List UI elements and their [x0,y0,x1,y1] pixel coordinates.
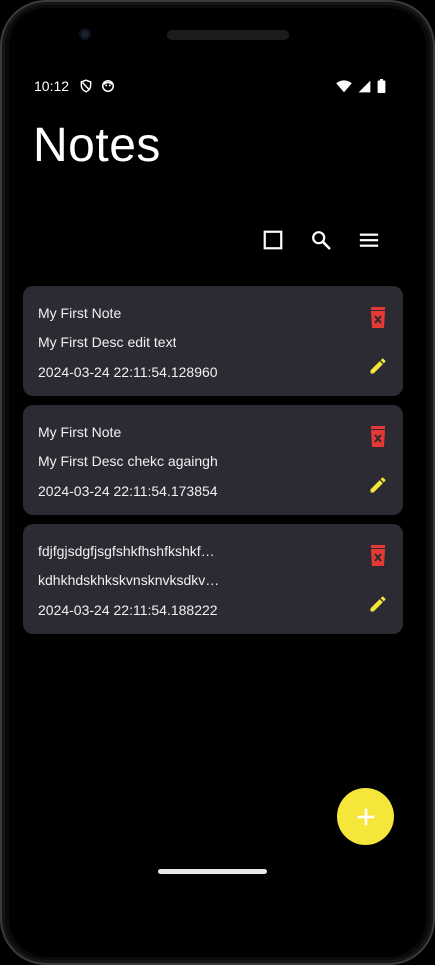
edit-note-button[interactable] [366,592,390,616]
delete-icon [371,545,385,566]
search-icon [312,231,331,250]
status-left-icons [79,79,115,98]
edit-note-button[interactable] [366,354,390,378]
note-description: My First Desc chekc againgh [38,453,218,469]
toolbar [0,226,435,254]
face-icon [101,79,115,98]
add-note-button[interactable] [337,788,394,845]
grid-view-button[interactable] [259,226,287,254]
grid-view-icon [263,230,283,250]
note-title: My First Note [38,305,122,321]
menu-button[interactable] [355,226,383,254]
status-time: 10:12 [34,78,70,94]
delete-icon [371,307,385,328]
plus-icon [357,808,374,825]
home-indicator[interactable] [158,869,267,874]
note-date: 2024-03-24 22:11:54.173854 [38,483,218,499]
search-button[interactable] [307,226,335,254]
delete-icon [371,426,385,447]
note-title: My First Note [38,424,122,440]
note-card[interactable]: My First Note My First Desc edit text 20… [23,286,403,396]
earpiece-speaker [167,30,289,40]
delete-note-button[interactable] [366,425,390,449]
wifi-icon [336,79,352,98]
note-card[interactable]: fdjfgjsdgfjsgfshkfhshfkshkf… kdhkhdskhks… [23,524,403,634]
shield-icon [79,79,93,98]
delete-note-button[interactable] [366,544,390,568]
menu-icon [359,233,379,247]
edit-note-button[interactable] [366,473,390,497]
pencil-icon [370,358,386,374]
battery-icon [377,79,386,98]
note-date: 2024-03-24 22:11:54.188222 [38,602,218,618]
note-date: 2024-03-24 22:11:54.128960 [38,364,218,380]
front-camera [79,28,91,40]
note-description: kdhkhdskhkskvnsknvksdkv… [38,572,220,588]
note-description: My First Desc edit text [38,334,177,350]
pencil-icon [370,596,386,612]
pencil-icon [370,477,386,493]
status-right-icons [336,79,386,98]
notes-list: My First Note My First Desc edit text 20… [23,286,403,643]
note-title: fdjfgjsdgfjsgfshkfhshfkshkf… [38,543,215,559]
delete-note-button[interactable] [366,306,390,330]
signal-icon [358,80,371,98]
page-title: Notes [33,119,161,172]
note-card[interactable]: My First Note My First Desc chekc againg… [23,405,403,515]
